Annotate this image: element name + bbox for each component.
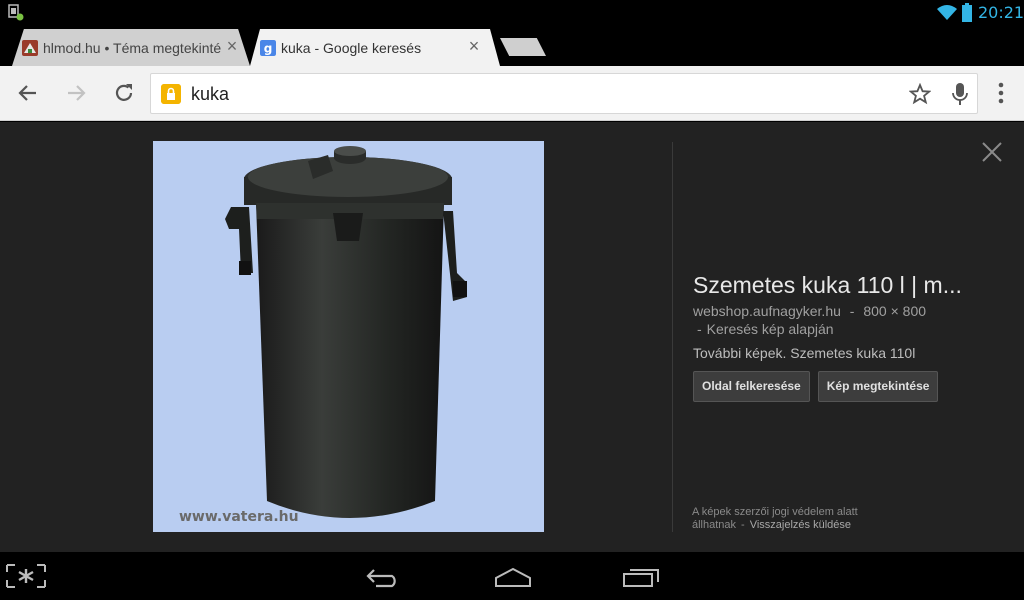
star-icon[interactable] <box>909 83 931 105</box>
notification-icon <box>8 4 24 21</box>
microphone-icon[interactable] <box>951 82 969 106</box>
tab-title: kuka - Google keresés <box>281 40 422 56</box>
search-by-image-line: - Keresés kép alapján <box>697 321 834 337</box>
close-icon[interactable] <box>980 140 1004 164</box>
omnibox[interactable]: kuka <box>150 73 978 114</box>
new-tab-button[interactable] <box>500 38 546 56</box>
google-favicon-icon: g <box>260 40 276 56</box>
feedback-link[interactable]: Visszajelzés küldése <box>750 519 851 531</box>
image-title[interactable]: Szemetes kuka 110 l | m... <box>693 272 983 299</box>
image-preview-panel: www.vatera.hu Szemetes kuka 110 l | m...… <box>0 122 1024 552</box>
tab-close-icon[interactable]: × <box>224 37 240 55</box>
back-arrow-icon[interactable] <box>15 80 41 106</box>
copyright-line-2: állhatnak <box>692 519 737 531</box>
tab-strip: hlmod.hu • Téma megtekintése × g kuka - … <box>0 25 1024 66</box>
search-by-image-link[interactable]: Keresés kép alapján <box>707 321 834 337</box>
screenshot-icon[interactable] <box>6 564 46 588</box>
svg-text:g: g <box>264 42 273 56</box>
tab-google-search[interactable]: g kuka - Google keresés × <box>250 29 500 66</box>
copyright-line-1: A képek szerzői jogi védelem alatt <box>692 506 858 518</box>
hlmod-favicon-icon <box>22 40 38 56</box>
image-dimensions: 800 × 800 <box>863 303 927 319</box>
source-site[interactable]: webshop.aufnagyker.hu <box>693 303 841 319</box>
lock-icon <box>161 84 181 104</box>
reload-icon[interactable] <box>111 80 137 106</box>
clock: 20:21 <box>978 3 1024 22</box>
home-icon[interactable] <box>494 566 532 588</box>
status-bar: 20:21 <box>0 0 1024 25</box>
copyright-notice: A képek szerzői jogi védelem alatt állha… <box>692 506 858 531</box>
watermark-text: www.vatera.hu <box>179 509 299 525</box>
preview-image[interactable]: www.vatera.hu <box>153 141 544 532</box>
panel-divider <box>672 142 673 532</box>
trash-bin-picture: www.vatera.hu <box>179 146 467 525</box>
back-icon[interactable] <box>366 566 402 588</box>
view-image-button[interactable]: Kép megtekintése <box>817 371 939 402</box>
overflow-menu-icon[interactable] <box>994 80 1008 106</box>
more-images-link[interactable]: További képek. Szemetes kuka 110l <box>693 345 993 361</box>
recent-apps-icon[interactable] <box>622 566 660 588</box>
image-source-line: webshop.aufnagyker.hu - 800 × 800 <box>693 303 927 319</box>
browser-toolbar: kuka <box>0 66 1024 121</box>
image-info: Szemetes kuka 110 l | m... webshop.aufna… <box>693 272 993 402</box>
tab-close-icon[interactable]: × <box>466 37 482 55</box>
battery-icon <box>962 3 972 22</box>
navigation-bar <box>0 552 1024 600</box>
visit-page-button[interactable]: Oldal felkeresése <box>693 371 810 402</box>
action-buttons: Oldal felkeresése Kép megtekintése <box>693 371 993 402</box>
tab-title: hlmod.hu • Téma megtekintése <box>43 40 221 56</box>
url-text[interactable]: kuka <box>191 84 229 105</box>
wifi-icon <box>937 5 957 20</box>
forward-arrow-icon[interactable] <box>63 80 89 106</box>
tab-hlmod[interactable]: hlmod.hu • Téma megtekintése × <box>12 29 250 66</box>
